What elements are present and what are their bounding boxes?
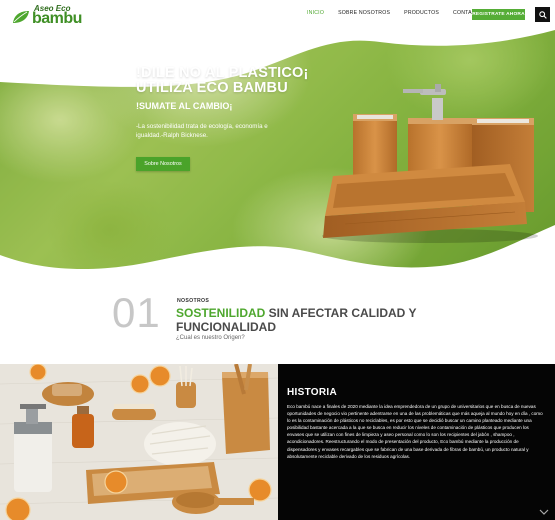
register-button[interactable]: REGISTRATE AHORA <box>472 9 525 20</box>
about-us-button[interactable]: Sobre Nosotros <box>136 157 190 171</box>
section-title: SOSTENILIDAD SIN AFECTAR CALIDAD Y FUNCI… <box>176 306 436 334</box>
section-title-highlight: SOSTENILIDAD <box>176 306 266 320</box>
bamboo-bathroom-set-image <box>322 84 538 243</box>
section-subtitle: ¿Cual es nuestro Origen? <box>176 335 245 341</box>
history-body: Eco bambú nace a finales de 2020 mediant… <box>287 404 543 459</box>
section-number: 01 <box>112 289 161 336</box>
hero-subtitle: !SUMATE AL CAMBIO¡ <box>136 101 233 111</box>
hero-quote: -La sostenibilidad trata de ecología, ec… <box>136 123 268 139</box>
search-icon <box>538 10 547 19</box>
hero-title-line2: UTILIZA ECO BAMBU <box>136 80 288 96</box>
history-title: HISTORIA <box>287 387 337 398</box>
leaf-icon <box>13 11 29 23</box>
page: Aseo Eco bambu INICIO SOBRE NOSOTROS PRO… <box>0 0 555 520</box>
nav-item-productos[interactable]: PRODUCTOS <box>397 10 446 16</box>
hero-title: !DILE NO AL PLASTICO¡ UTILIZA ECO BAMBU <box>136 66 309 96</box>
hero-title-line1: !DILE NO AL PLASTICO¡ <box>136 65 309 81</box>
chevron-down-icon[interactable] <box>539 508 549 516</box>
nav-item-inicio[interactable]: INICIO <box>300 10 331 16</box>
nav-item-sobre-nosotros[interactable]: SOBRE NOSOTROS <box>331 10 397 16</box>
search-button[interactable] <box>535 7 550 22</box>
eco-products-image <box>0 364 278 520</box>
brand-logo[interactable]: Aseo Eco bambu <box>12 4 92 27</box>
brand-main-text: bambu <box>32 10 82 27</box>
eco-products-illustration <box>0 364 278 520</box>
section-eyebrow: NOSOTROS <box>177 298 210 304</box>
